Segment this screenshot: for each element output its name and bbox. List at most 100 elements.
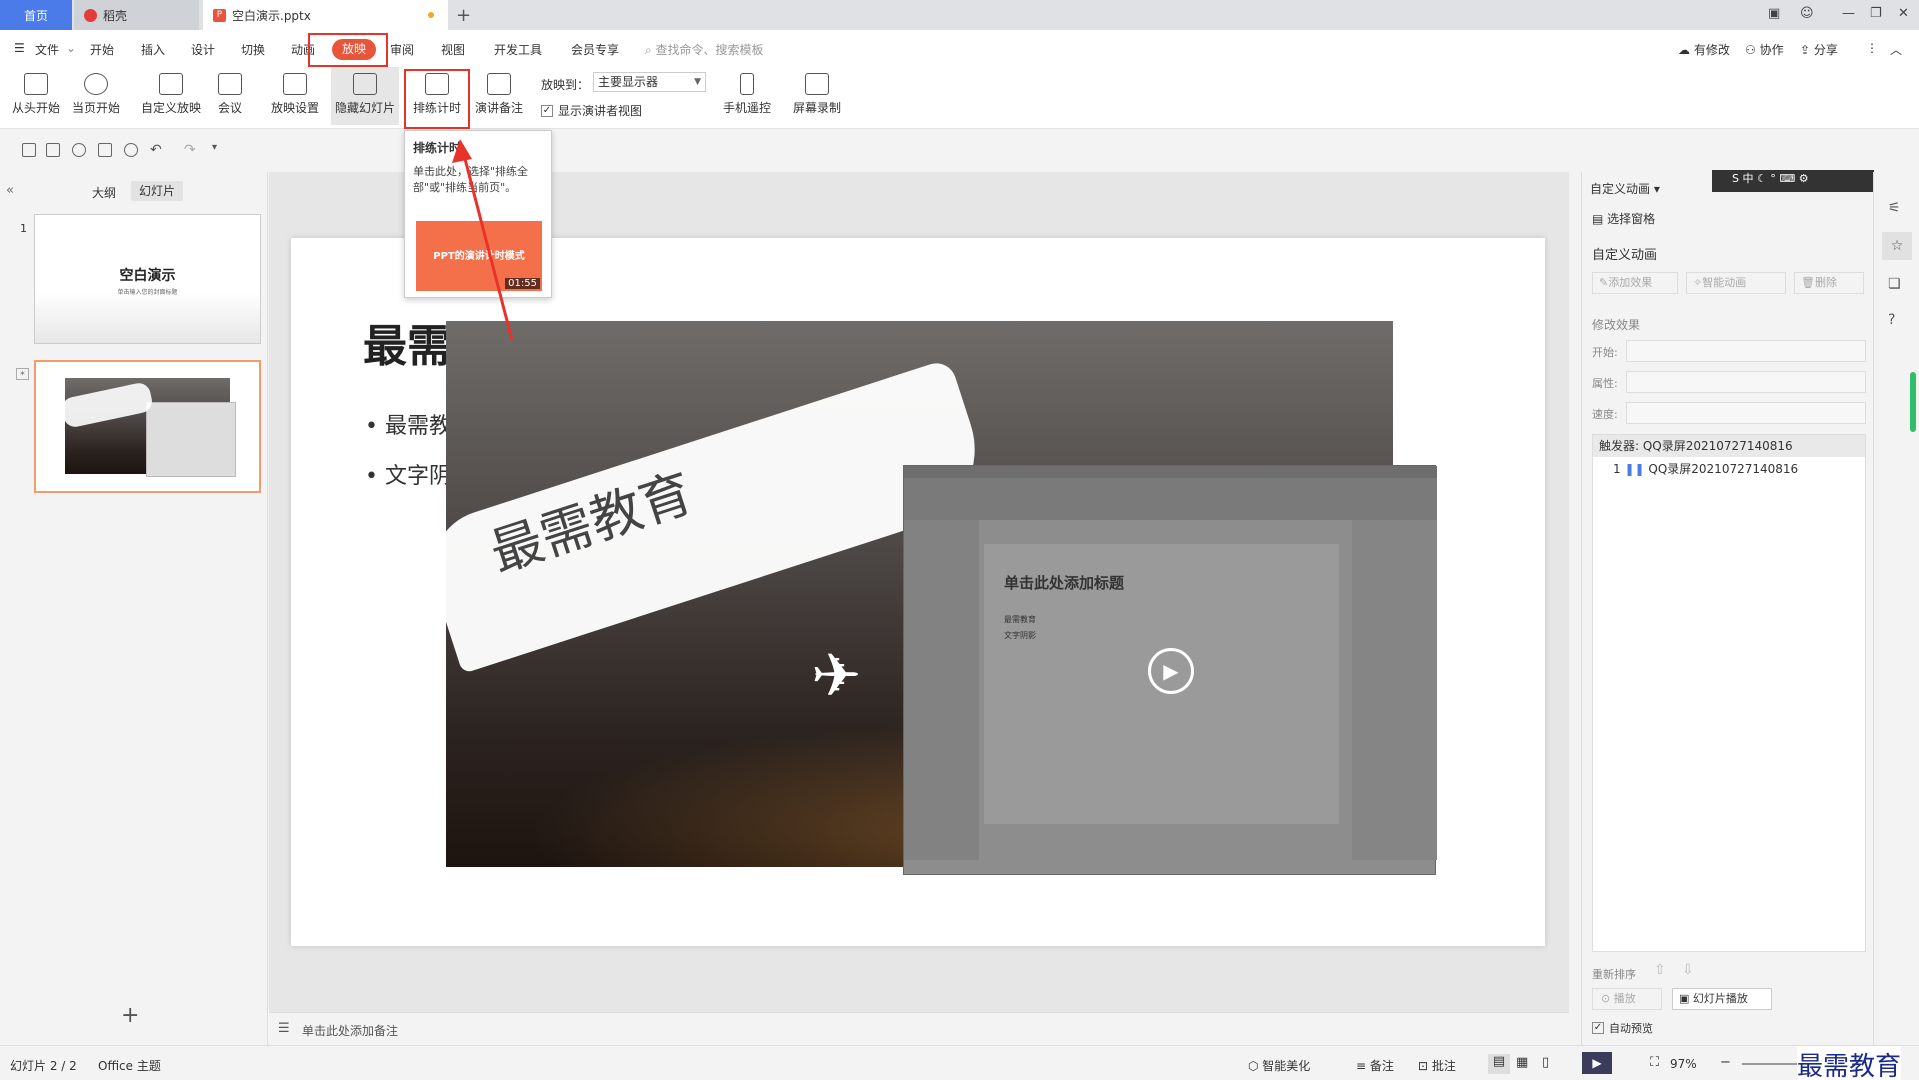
video-play-icon[interactable]: ▶	[1148, 648, 1194, 694]
play-to-value: 主要显示器	[598, 75, 659, 89]
redo-icon[interactable]: ↷	[184, 142, 196, 158]
hide-slide-button[interactable]: 隐藏幻灯片	[331, 67, 399, 125]
play-slideshow-icon[interactable]: ▶	[1582, 1052, 1612, 1074]
animation-list[interactable]: 触发器: QQ录屏20210727140816 1 ❚❚ QQ录屏2021072…	[1592, 434, 1866, 952]
zoom-out-icon[interactable]: −	[1720, 1055, 1731, 1070]
menu-review[interactable]: 审阅	[390, 41, 414, 58]
inner-right-panel	[1352, 520, 1437, 860]
modified-button[interactable]: ☁ 有修改	[1678, 41, 1730, 58]
add-slide-icon[interactable]: +	[121, 1003, 139, 1028]
slide-thumbnail-1[interactable]: 空白演示 单击输入您的封面标题	[34, 214, 261, 344]
phone-remote-button[interactable]: 手机遥控	[720, 67, 774, 125]
minimize-icon[interactable]: —	[1842, 6, 1855, 21]
preview-icon[interactable]	[124, 143, 138, 157]
tab-slides[interactable]: 幻灯片	[131, 181, 183, 201]
tab-daoke[interactable]: 稻壳	[74, 0, 199, 30]
collab-button[interactable]: ⚇ 协作	[1745, 41, 1784, 58]
notes-bar[interactable]: ☰ 单击此处添加备注 +	[121, 1003, 1569, 1045]
cloud-icon: ☁	[1678, 43, 1694, 57]
start-select[interactable]	[1626, 340, 1866, 362]
collapse-panel-icon[interactable]: «	[6, 183, 14, 198]
slide-thumbnail-2[interactable]	[34, 360, 261, 493]
show-settings-button[interactable]: 放映设置	[264, 67, 326, 125]
menu-member[interactable]: 会员专享	[571, 41, 619, 58]
from-start-button[interactable]: 从头开始	[10, 67, 62, 125]
export-icon[interactable]	[72, 143, 86, 157]
copy-icon[interactable]: ❏	[1888, 276, 1901, 292]
add-effect-button[interactable]: ✎添加效果	[1592, 272, 1678, 294]
hamburger-icon[interactable]: ☰	[14, 41, 25, 55]
highlight-box-slideshow	[308, 33, 388, 67]
tab-outline[interactable]: 大纲	[92, 184, 116, 201]
new-tab-icon[interactable]: +	[456, 0, 471, 30]
grid-view-icon[interactable]: ▦	[1516, 1055, 1528, 1070]
delete-label: 删除	[1814, 276, 1837, 289]
meeting-button[interactable]: 会议	[208, 67, 252, 125]
slideshow-play-button[interactable]: ▣ 幻灯片播放	[1672, 988, 1772, 1010]
star-animation-icon[interactable]: ☆	[1882, 232, 1912, 260]
customize-toolbar-icon[interactable]: ▾	[212, 142, 217, 153]
thumb1-subtitle: 单击输入您的封面标题	[117, 289, 178, 296]
notes-toggle[interactable]: ≡ 备注	[1356, 1057, 1394, 1074]
tab-document[interactable]: P 空白演示.pptx	[203, 0, 448, 30]
more-icon[interactable]: ⋮	[1866, 41, 1878, 55]
restore-icon[interactable]: ❐	[1870, 6, 1882, 21]
close-icon[interactable]: ✕	[1898, 6, 1909, 21]
screen-recording-frame[interactable]: 单击此处添加标题 最需教育 文字阴影 ▶	[903, 465, 1437, 875]
custom-show-button[interactable]: 自定义放映	[138, 67, 204, 125]
menu-design[interactable]: 设计	[191, 41, 215, 58]
menu-file[interactable]: 文件	[35, 41, 59, 58]
comment-toggle[interactable]: ⊡ 批注	[1418, 1057, 1456, 1074]
animation-item-name: QQ录屏20210727140816	[1648, 462, 1799, 476]
menu-start[interactable]: 开始	[90, 41, 114, 58]
zoom-level[interactable]: 97%	[1670, 1057, 1697, 1071]
scroll-indicator[interactable]	[1910, 372, 1916, 432]
tab-home[interactable]: 首页	[0, 0, 72, 30]
start-label: 开始:	[1592, 346, 1618, 359]
comment-label: 批注	[1431, 1059, 1456, 1073]
move-up-icon[interactable]: ⇧	[1654, 962, 1666, 978]
layout-icon[interactable]: ▣	[1768, 6, 1780, 21]
pane-header-label: 自定义动画	[1590, 182, 1651, 196]
smart-animation-button[interactable]: ✧智能动画	[1686, 272, 1786, 294]
menu-view[interactable]: 视图	[441, 41, 465, 58]
new-file-icon[interactable]	[22, 143, 36, 157]
normal-view-icon[interactable]: ▤	[1488, 1054, 1510, 1074]
property-select[interactable]	[1626, 371, 1866, 393]
save-icon[interactable]	[46, 143, 60, 157]
undo-icon[interactable]: ↶	[150, 142, 162, 158]
presenter-view-checkbox[interactable]: ✓ 显示演讲者视图	[541, 102, 642, 119]
menu-transition[interactable]: 切换	[241, 41, 265, 58]
share-button[interactable]: ⇪ 分享	[1800, 41, 1838, 58]
play-to-select[interactable]: 主要显示器 ▼	[593, 72, 706, 92]
selection-pane-button[interactable]: ▤ 选择窗格	[1592, 210, 1655, 227]
chevron-down-icon: ⌄	[66, 41, 77, 55]
play-button[interactable]: ⊙ 播放	[1592, 988, 1662, 1010]
beautify-button[interactable]: ⬡ 智能美化	[1248, 1057, 1310, 1074]
current-page-button[interactable]: 当页开始	[70, 67, 122, 125]
menu-devtools[interactable]: 开发工具	[494, 41, 542, 58]
screen-record-button[interactable]: 屏幕录制	[790, 67, 844, 125]
move-down-icon[interactable]: ⇩	[1682, 962, 1694, 978]
delete-button[interactable]: 🗑删除	[1794, 272, 1864, 294]
speed-select[interactable]	[1626, 402, 1866, 424]
help-icon[interactable]: ?	[1888, 312, 1895, 328]
theme-name[interactable]: Office 主题	[98, 1057, 161, 1074]
collapse-ribbon-icon[interactable]: ︿	[1890, 41, 1902, 58]
ime-toolbar[interactable]: S 中 ☾ ° ⌨ ⚙	[1712, 170, 1874, 192]
speaker-notes-button[interactable]: 演讲备注	[472, 67, 526, 125]
pptx-icon: P	[213, 8, 226, 22]
reading-view-icon[interactable]: ▯	[1542, 1055, 1549, 1070]
print-icon[interactable]	[98, 143, 112, 157]
avatar[interactable]: ☺	[1800, 6, 1814, 21]
animation-item[interactable]: 1 ❚❚ QQ录屏20210727140816	[1593, 457, 1865, 481]
adjust-icon[interactable]: ⚟	[1888, 200, 1901, 216]
autopreview-checkbox[interactable]: ✓ 自动预览	[1592, 1020, 1653, 1036]
bullet-dot-icon: •	[365, 414, 385, 439]
notes-icon	[487, 73, 511, 95]
menu-insert[interactable]: 插入	[141, 41, 165, 58]
pane-header[interactable]: 自定义动画 ▾	[1590, 180, 1660, 197]
fit-window-icon[interactable]: ⛶	[1650, 1055, 1659, 1070]
selection-pane-icon: ▤	[1592, 212, 1608, 226]
search-input[interactable]: ⌕ 查找命令、搜索模板	[645, 41, 764, 58]
